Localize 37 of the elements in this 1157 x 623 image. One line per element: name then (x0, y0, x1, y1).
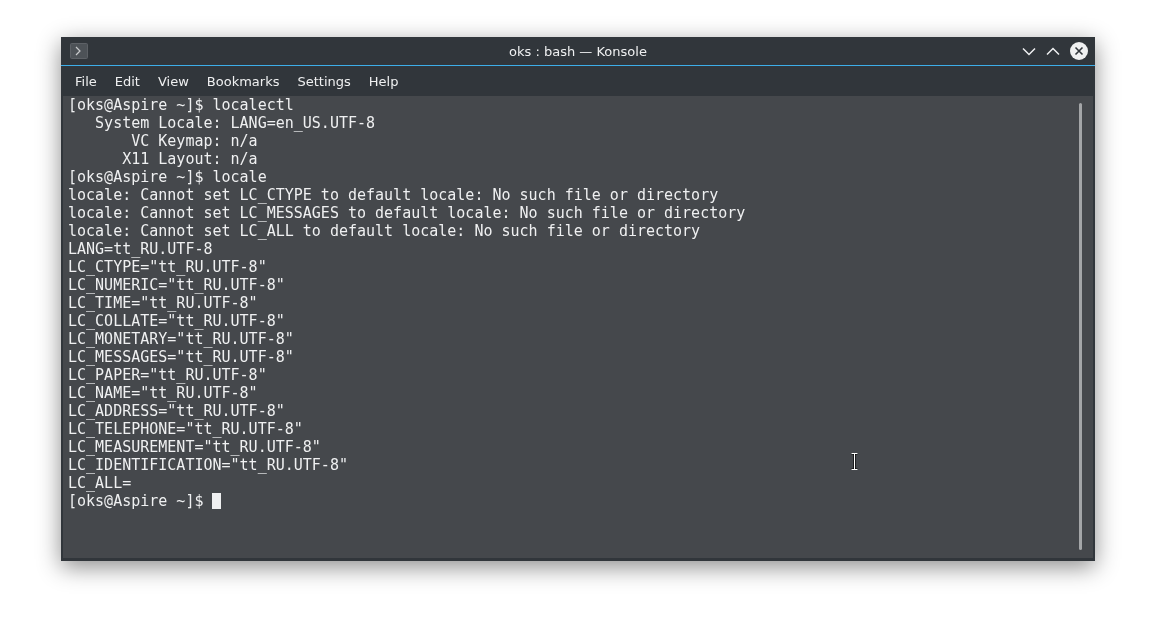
terminal-line: System Locale: LANG=en_US.UTF-8 (94, 114, 376, 132)
maximize-icon[interactable] (1046, 46, 1060, 56)
terminal-line: [oks@Aspire ~]$ locale (68, 168, 267, 186)
terminal-line: LC_PAPER="tt_RU.UTF-8" (68, 366, 267, 384)
terminal-line: X11 Layout: n/a (121, 150, 258, 168)
scrollbar[interactable] (1079, 103, 1082, 550)
terminal-line: [oks@Aspire ~]$ localectl (68, 96, 294, 114)
window-title: oks : bash — Konsole (509, 43, 647, 59)
terminal-line: LC_CTYPE="tt_RU.UTF-8" (68, 258, 267, 276)
terminal-line: LC_TELEPHONE="tt_RU.UTF-8" (68, 420, 303, 438)
terminal-line: locale: Cannot set LC_MESSAGES to default locale: No such file or directory (68, 204, 746, 222)
terminal-prompt: [oks@Aspire ~]$ (68, 492, 204, 510)
terminal-line: LC_NAME="tt_RU.UTF-8" (68, 384, 258, 402)
terminal-line: VC Keymap: n/a (130, 132, 258, 150)
minimize-icon[interactable] (1022, 46, 1036, 56)
terminal-line: LC_TIME="tt_RU.UTF-8" (68, 294, 258, 312)
menu-item[interactable]: File (66, 69, 106, 93)
close-icon[interactable] (1070, 42, 1088, 60)
text-cursor (212, 493, 222, 509)
terminal-line: LC_MONETARY="tt_RU.UTF-8" (68, 330, 294, 348)
terminal-line: locale: Cannot set LC_CTYPE to default locale: No such file or directory (68, 186, 719, 204)
menu-item[interactable]: Settings (288, 69, 360, 93)
terminal-app-icon[interactable] (70, 43, 88, 59)
menu-item[interactable]: View (148, 69, 198, 93)
terminal-line: LC_NUMERIC="tt_RU.UTF-8" (68, 276, 285, 294)
terminal-line: LC_COLLATE="tt_RU.UTF-8" (68, 312, 285, 330)
terminal-line: LC_IDENTIFICATION="tt_RU.UTF-8" (68, 456, 348, 474)
terminal-line: LC_ADDRESS="tt_RU.UTF-8" (68, 402, 285, 420)
menu-item[interactable]: Help (359, 69, 408, 93)
ibeam-pointer-icon (851, 453, 858, 470)
terminal-line: LC_MESSAGES="tt_RU.UTF-8" (68, 348, 294, 366)
menu-item[interactable]: Edit (105, 69, 149, 93)
terminal-line: LANG=tt_RU.UTF-8 (68, 240, 213, 258)
terminal-line: locale: Cannot set LC_ALL to default locale: No such file or directory (68, 222, 701, 240)
menu-item[interactable]: Bookmarks (197, 69, 289, 93)
terminal-line: LC_MEASUREMENT="tt_RU.UTF-8" (68, 438, 321, 456)
terminal-line: LC_ALL= (68, 474, 132, 492)
